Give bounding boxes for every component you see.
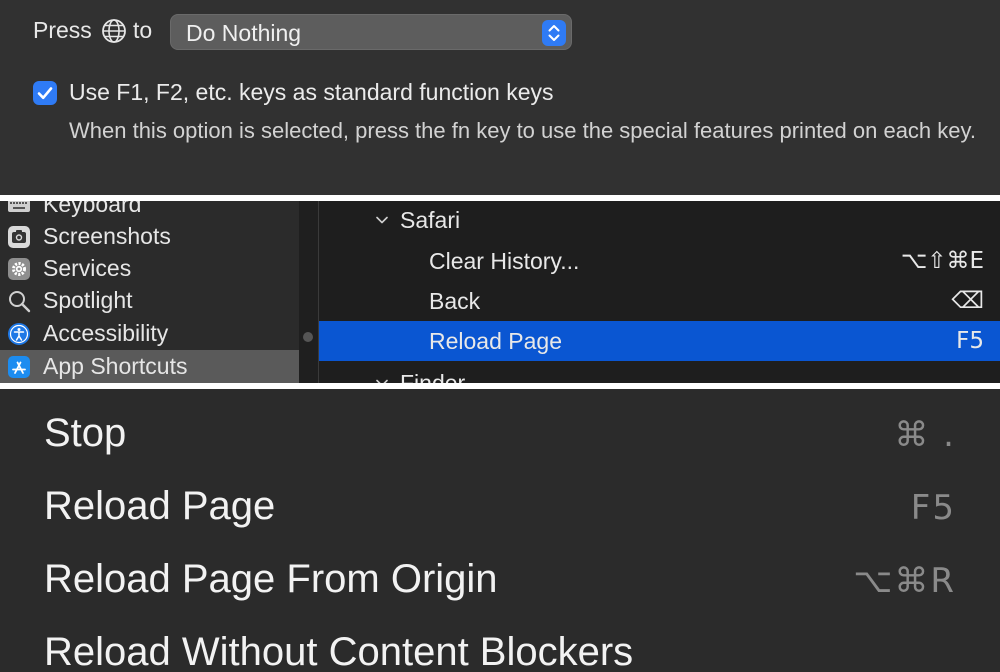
safari-view-menu: Stop ⌘ . Reload Page F5 Reload Page From… bbox=[0, 389, 1000, 672]
function-keys-description: When this option is selected, press the … bbox=[69, 118, 976, 143]
shortcuts-sidebar: Keyboard Screenshots Services Spotlight … bbox=[0, 201, 299, 383]
menu-item-label: Reload Page From Origin bbox=[44, 557, 498, 601]
sidebar-item-accessibility[interactable]: Accessibility bbox=[0, 317, 299, 349]
services-gear-icon bbox=[8, 258, 30, 280]
sidebar-item-screenshots[interactable]: Screenshots bbox=[0, 220, 299, 252]
group-row-finder[interactable]: Finder bbox=[319, 364, 1000, 383]
menu-item-reload-from-origin[interactable]: Reload Page From Origin ⌥⌘R bbox=[0, 545, 1000, 618]
checkmark-icon bbox=[37, 87, 53, 100]
menu-item-shortcut: F5 bbox=[910, 488, 956, 528]
group-label: Finder bbox=[400, 370, 466, 383]
keyboard-preferences-panel: Press to Do Nothing Use F1, F2, etc. key… bbox=[0, 0, 1000, 195]
group-label: Safari bbox=[400, 207, 461, 233]
shortcut-keys: ⌫ bbox=[951, 288, 984, 314]
sidebar-item-label: Screenshots bbox=[43, 223, 171, 249]
sidebar-item-spotlight[interactable]: Spotlight bbox=[0, 284, 299, 316]
app-store-icon bbox=[8, 356, 30, 378]
menu-item-label: Stop bbox=[44, 411, 127, 455]
sidebar-item-keyboard[interactable]: Keyboard bbox=[0, 201, 299, 220]
screenshots-icon bbox=[8, 226, 30, 248]
menu-item-label: Reload Without Content Blockers bbox=[44, 630, 634, 672]
popup-selected-value: Do Nothing bbox=[186, 20, 302, 46]
shortcut-keys: ⌥⇧⌘E bbox=[900, 248, 984, 274]
function-keys-checkbox[interactable] bbox=[33, 81, 57, 105]
sidebar-item-label: Keyboard bbox=[43, 201, 142, 217]
shortcut-keys: F5 bbox=[956, 328, 984, 354]
chevron-down-icon[interactable] bbox=[375, 213, 389, 227]
globe-key-action-popup[interactable]: Do Nothing bbox=[170, 14, 572, 50]
menu-item-shortcut: ⌘ . bbox=[894, 415, 956, 455]
shortcuts-list: Safari Clear History... ⌥⇧⌘E Back ⌫ Relo… bbox=[319, 201, 1000, 383]
globe-icon bbox=[102, 19, 126, 43]
scrollbar-knob[interactable] bbox=[303, 332, 313, 342]
menu-item-label: Reload Page bbox=[44, 484, 276, 528]
sidebar-item-services[interactable]: Services bbox=[0, 252, 299, 284]
sidebar-item-label: Spotlight bbox=[43, 287, 133, 313]
function-keys-checkbox-label[interactable]: Use F1, F2, etc. keys as standard functi… bbox=[69, 79, 554, 106]
chevron-up-down-icon bbox=[548, 25, 560, 41]
press-label: Press bbox=[33, 17, 92, 43]
menu-item-reload-page[interactable]: Reload Page F5 bbox=[0, 472, 1000, 545]
group-row-safari[interactable]: Safari bbox=[319, 201, 1000, 241]
keyboard-icon bbox=[8, 201, 30, 212]
shortcut-row[interactable]: Clear History... ⌥⇧⌘E bbox=[319, 241, 1000, 281]
accessibility-icon bbox=[8, 323, 30, 345]
shortcut-command: Back bbox=[429, 288, 481, 314]
to-label: to bbox=[133, 17, 153, 43]
shortcut-command: Reload Page bbox=[429, 328, 562, 354]
spotlight-search-icon bbox=[9, 291, 31, 313]
popup-stepper[interactable] bbox=[542, 20, 566, 46]
sidebar-item-label: App Shortcuts bbox=[43, 353, 188, 379]
menu-item-reload-without-blockers[interactable]: Reload Without Content Blockers bbox=[0, 618, 1000, 672]
chevron-down-icon[interactable] bbox=[375, 376, 389, 383]
shortcut-row[interactable]: Back ⌫ bbox=[319, 281, 1000, 321]
sidebar-item-label: Accessibility bbox=[43, 320, 169, 346]
shortcut-command: Clear History... bbox=[429, 248, 580, 274]
shortcut-row-selected[interactable]: Reload Page F5 bbox=[319, 321, 1000, 361]
sidebar-item-label: Services bbox=[43, 255, 132, 281]
shortcuts-pane: Keyboard Screenshots Services Spotlight … bbox=[0, 201, 1000, 383]
menu-item-shortcut: ⌥⌘R bbox=[853, 561, 956, 601]
sidebar-item-app-shortcuts[interactable]: App Shortcuts bbox=[0, 350, 299, 383]
menu-item-stop[interactable]: Stop ⌘ . bbox=[0, 399, 1000, 472]
